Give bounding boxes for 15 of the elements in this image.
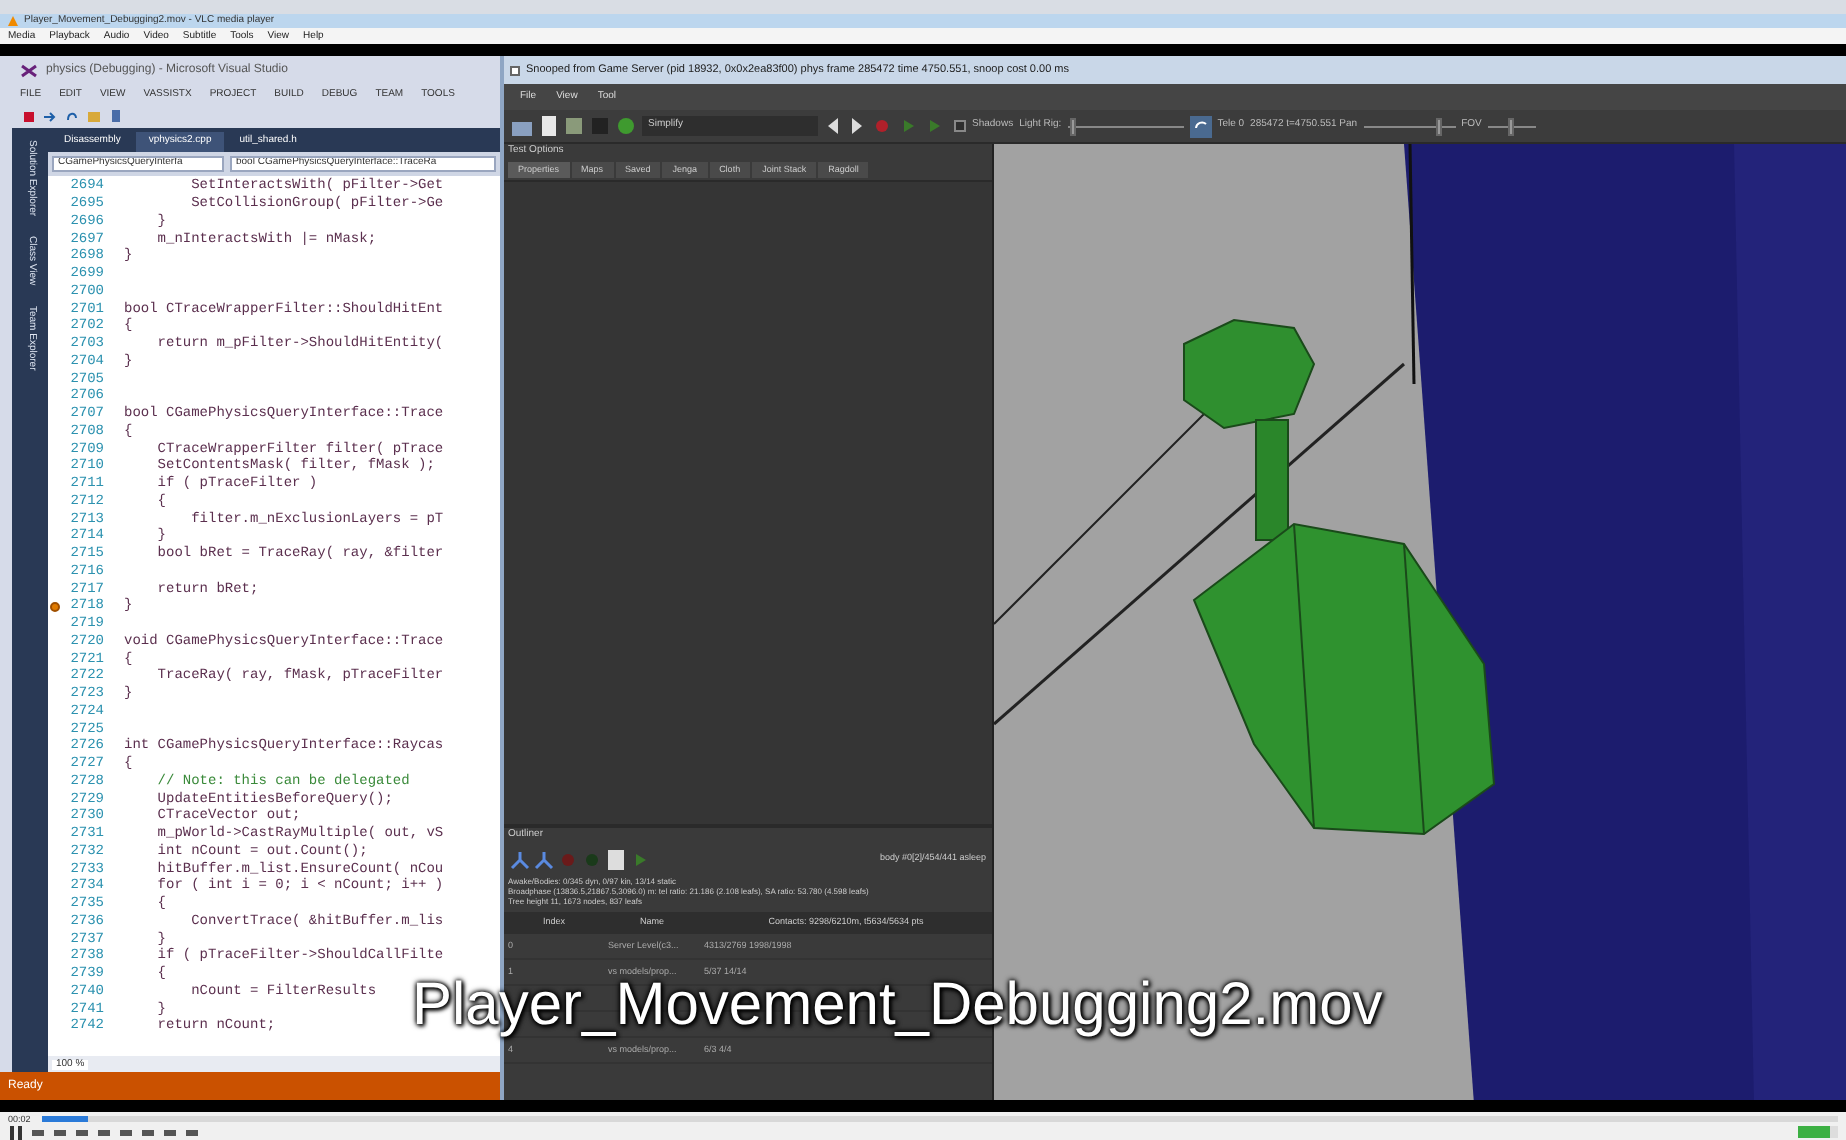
breakpoint-icon[interactable] — [49, 601, 59, 612]
slider-thumb[interactable] — [1508, 117, 1515, 135]
joint-icon[interactable] — [534, 849, 554, 869]
play-icon[interactable] — [898, 116, 918, 136]
window-icon[interactable] — [510, 65, 520, 75]
pause-icon[interactable] — [8, 1125, 24, 1139]
arrow-icon[interactable] — [44, 111, 56, 121]
slider-thumb[interactable] — [1069, 117, 1076, 135]
seek-bar[interactable] — [42, 1115, 1838, 1121]
joint-icon[interactable] — [510, 849, 530, 869]
page-icon[interactable] — [606, 849, 626, 869]
document-icon[interactable] — [538, 116, 558, 136]
checkbox[interactable] — [954, 120, 966, 132]
volume-slider[interactable] — [1798, 1126, 1838, 1138]
slider-thumb[interactable] — [1436, 117, 1443, 135]
